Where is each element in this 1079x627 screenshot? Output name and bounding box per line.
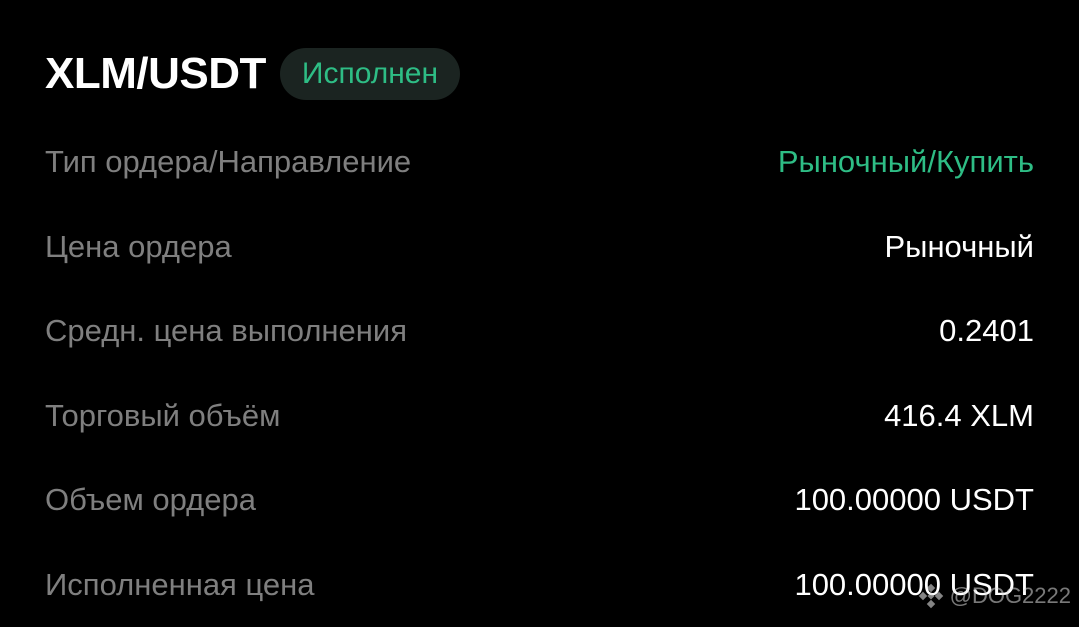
trade-volume-row: Торговый объём 416.4 XLM [45, 374, 1034, 459]
order-price-label: Цена ордера [45, 229, 232, 265]
status-badge: Исполнен [280, 48, 460, 100]
order-type-label: Тип ордера/Направление [45, 144, 411, 180]
trading-pair-title: XLM/USDT [45, 46, 266, 102]
watermark: @DOG2222 [918, 583, 1071, 609]
avg-price-label: Средн. цена выполнения [45, 313, 407, 349]
order-amount-label: Объем ордера [45, 482, 256, 518]
avg-price-row: Средн. цена выполнения 0.2401 [45, 289, 1034, 374]
order-amount-value: 100.00000 USDT [794, 482, 1034, 518]
order-details: Тип ордера/Направление Рыночный/Купить Ц… [45, 120, 1034, 627]
order-type-row: Тип ордера/Направление Рыночный/Купить [45, 120, 1034, 205]
order-amount-row: Объем ордера 100.00000 USDT [45, 458, 1034, 543]
watermark-text: @DOG2222 [950, 583, 1071, 609]
order-header: XLM/USDT Исполнен [45, 46, 460, 102]
filled-price-label: Исполненная цена [45, 567, 314, 603]
avg-price-value: 0.2401 [939, 313, 1034, 349]
order-price-value: Рыночный [884, 229, 1034, 265]
order-type-value: Рыночный/Купить [778, 144, 1034, 180]
trade-volume-value: 416.4 XLM [884, 398, 1034, 434]
order-price-row: Цена ордера Рыночный [45, 205, 1034, 290]
trade-volume-label: Торговый объём [45, 398, 280, 434]
filled-price-row: Исполненная цена 100.00000 USDT [45, 543, 1034, 627]
binance-logo-icon [918, 583, 944, 609]
